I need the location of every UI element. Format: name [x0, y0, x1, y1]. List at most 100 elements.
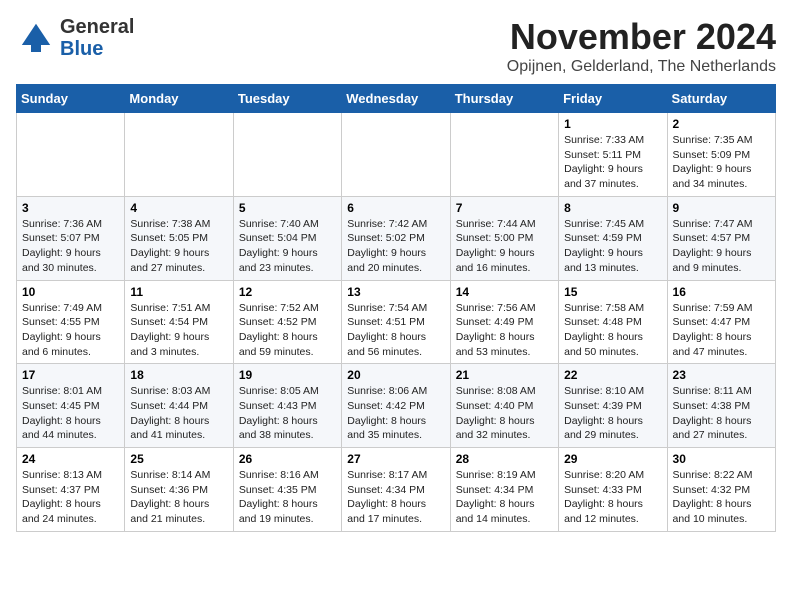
day-info: Sunrise: 7:52 AM Sunset: 4:52 PM Dayligh…: [239, 301, 336, 360]
day-info: Sunrise: 7:45 AM Sunset: 4:59 PM Dayligh…: [564, 217, 661, 276]
day-number: 21: [456, 368, 553, 382]
day-info: Sunrise: 7:56 AM Sunset: 4:49 PM Dayligh…: [456, 301, 553, 360]
title-block: November 2024 Opijnen, Gelderland, The N…: [507, 16, 776, 76]
day-info: Sunrise: 7:33 AM Sunset: 5:11 PM Dayligh…: [564, 133, 661, 192]
day-info: Sunrise: 7:58 AM Sunset: 4:48 PM Dayligh…: [564, 301, 661, 360]
calendar-cell: 10 Sunrise: 7:49 AM Sunset: 4:55 PM Dayli…: [17, 280, 125, 364]
logo-blue: Blue: [60, 38, 134, 60]
day-number: 18: [130, 368, 227, 382]
day-info: Sunrise: 7:36 AM Sunset: 5:07 PM Dayligh…: [22, 217, 119, 276]
calendar-cell: 6Sunrise: 7:42 AM Sunset: 5:02 PM Daylig…: [342, 196, 450, 280]
calendar-cell: [125, 113, 233, 197]
calendar-cell: 7Sunrise: 7:44 AM Sunset: 5:00 PM Daylig…: [450, 196, 558, 280]
day-number: 25: [130, 452, 227, 466]
day-number: 11: [130, 285, 227, 299]
logo: General Blue: [16, 16, 134, 60]
month-title: November 2024: [507, 16, 776, 58]
calendar-cell: 3 Sunrise: 7:36 AM Sunset: 5:07 PM Daylig…: [17, 196, 125, 280]
calendar-cell: 26Sunrise: 8:16 AM Sunset: 4:35 PM Dayli…: [233, 448, 341, 532]
day-number: 17: [22, 368, 119, 382]
location: Opijnen, Gelderland, The Netherlands: [507, 58, 776, 76]
day-info: Sunrise: 8:13 AM Sunset: 4:37 PM Dayligh…: [22, 468, 119, 527]
day-info: Sunrise: 8:05 AM Sunset: 4:43 PM Dayligh…: [239, 384, 336, 443]
calendar-cell: 2Sunrise: 7:35 AM Sunset: 5:09 PM Daylig…: [667, 113, 775, 197]
day-number: 29: [564, 452, 661, 466]
calendar-cell: 20 Sunrise: 8:06 AM Sunset: 4:42 PM Dayli…: [342, 364, 450, 448]
day-number: 19: [239, 368, 336, 382]
calendar-cell: 30 Sunrise: 8:22 AM Sunset: 4:32 PM Dayli…: [667, 448, 775, 532]
day-number: 20: [347, 368, 444, 382]
day-number: 23: [673, 368, 770, 382]
day-info: Sunrise: 7:54 AM Sunset: 4:51 PM Dayligh…: [347, 301, 444, 360]
calendar-week-row: 1 Sunrise: 7:33 AM Sunset: 5:11 PM Daylig…: [17, 113, 776, 197]
day-info: Sunrise: 7:44 AM Sunset: 5:00 PM Dayligh…: [456, 217, 553, 276]
day-info: Sunrise: 7:47 AM Sunset: 4:57 PM Dayligh…: [673, 217, 770, 276]
day-info: Sunrise: 8:11 AM Sunset: 4:38 PM Dayligh…: [673, 384, 770, 443]
calendar-cell: 15 Sunrise: 7:58 AM Sunset: 4:48 PM Dayli…: [559, 280, 667, 364]
calendar-week-row: 3 Sunrise: 7:36 AM Sunset: 5:07 PM Daylig…: [17, 196, 776, 280]
day-number: 6: [347, 201, 444, 215]
day-number: 10: [22, 285, 119, 299]
calendar-cell: 4 Sunrise: 7:38 AM Sunset: 5:05 PM Daylig…: [125, 196, 233, 280]
day-number: 26: [239, 452, 336, 466]
calendar-header-sunday: Sunday: [17, 85, 125, 113]
day-info: Sunrise: 8:03 AM Sunset: 4:44 PM Dayligh…: [130, 384, 227, 443]
calendar-cell: 29 Sunrise: 8:20 AM Sunset: 4:33 PM Dayli…: [559, 448, 667, 532]
day-number: 8: [564, 201, 661, 215]
calendar-cell: 28Sunrise: 8:19 AM Sunset: 4:34 PM Dayli…: [450, 448, 558, 532]
calendar-cell: 22 Sunrise: 8:10 AM Sunset: 4:39 PM Dayli…: [559, 364, 667, 448]
calendar-header-row: SundayMondayTuesdayWednesdayThursdayFrid…: [17, 85, 776, 113]
day-number: 27: [347, 452, 444, 466]
calendar-header-wednesday: Wednesday: [342, 85, 450, 113]
day-info: Sunrise: 8:17 AM Sunset: 4:34 PM Dayligh…: [347, 468, 444, 527]
day-number: 16: [673, 285, 770, 299]
calendar-header-tuesday: Tuesday: [233, 85, 341, 113]
calendar-cell: 12 Sunrise: 7:52 AM Sunset: 4:52 PM Dayli…: [233, 280, 341, 364]
day-info: Sunrise: 8:22 AM Sunset: 4:32 PM Dayligh…: [673, 468, 770, 527]
page-header: General Blue November 2024 Opijnen, Geld…: [16, 16, 776, 76]
calendar-cell: 21 Sunrise: 8:08 AM Sunset: 4:40 PM Dayli…: [450, 364, 558, 448]
day-info: Sunrise: 7:40 AM Sunset: 5:04 PM Dayligh…: [239, 217, 336, 276]
calendar-cell: 9Sunrise: 7:47 AM Sunset: 4:57 PM Daylig…: [667, 196, 775, 280]
calendar-cell: 16 Sunrise: 7:59 AM Sunset: 4:47 PM Dayli…: [667, 280, 775, 364]
day-number: 4: [130, 201, 227, 215]
calendar-header-thursday: Thursday: [450, 85, 558, 113]
calendar-cell: [17, 113, 125, 197]
day-number: 5: [239, 201, 336, 215]
day-number: 22: [564, 368, 661, 382]
day-number: 14: [456, 285, 553, 299]
day-info: Sunrise: 8:20 AM Sunset: 4:33 PM Dayligh…: [564, 468, 661, 527]
day-number: 3: [22, 201, 119, 215]
calendar-cell: 19 Sunrise: 8:05 AM Sunset: 4:43 PM Dayli…: [233, 364, 341, 448]
day-info: Sunrise: 8:08 AM Sunset: 4:40 PM Dayligh…: [456, 384, 553, 443]
calendar-cell: 1 Sunrise: 7:33 AM Sunset: 5:11 PM Daylig…: [559, 113, 667, 197]
calendar-cell: 25 Sunrise: 8:14 AM Sunset: 4:36 PM Dayli…: [125, 448, 233, 532]
calendar-header-monday: Monday: [125, 85, 233, 113]
day-number: 12: [239, 285, 336, 299]
day-number: 2: [673, 117, 770, 131]
day-info: Sunrise: 7:38 AM Sunset: 5:05 PM Dayligh…: [130, 217, 227, 276]
day-number: 30: [673, 452, 770, 466]
calendar-cell: [450, 113, 558, 197]
logo-name: General Blue: [60, 16, 134, 60]
day-info: Sunrise: 7:49 AM Sunset: 4:55 PM Dayligh…: [22, 301, 119, 360]
calendar-cell: 5 Sunrise: 7:40 AM Sunset: 5:04 PM Daylig…: [233, 196, 341, 280]
day-number: 28: [456, 452, 553, 466]
day-info: Sunrise: 8:06 AM Sunset: 4:42 PM Dayligh…: [347, 384, 444, 443]
day-number: 15: [564, 285, 661, 299]
day-number: 1: [564, 117, 661, 131]
day-info: Sunrise: 8:01 AM Sunset: 4:45 PM Dayligh…: [22, 384, 119, 443]
day-info: Sunrise: 7:59 AM Sunset: 4:47 PM Dayligh…: [673, 301, 770, 360]
calendar-cell: 24Sunrise: 8:13 AM Sunset: 4:37 PM Dayli…: [17, 448, 125, 532]
calendar-week-row: 17 Sunrise: 8:01 AM Sunset: 4:45 PM Dayli…: [17, 364, 776, 448]
calendar-cell: 18 Sunrise: 8:03 AM Sunset: 4:44 PM Dayli…: [125, 364, 233, 448]
calendar-week-row: 10 Sunrise: 7:49 AM Sunset: 4:55 PM Dayli…: [17, 280, 776, 364]
day-info: Sunrise: 7:51 AM Sunset: 4:54 PM Dayligh…: [130, 301, 227, 360]
calendar-cell: [342, 113, 450, 197]
calendar-week-row: 24Sunrise: 8:13 AM Sunset: 4:37 PM Dayli…: [17, 448, 776, 532]
day-info: Sunrise: 8:10 AM Sunset: 4:39 PM Dayligh…: [564, 384, 661, 443]
calendar-cell: 11 Sunrise: 7:51 AM Sunset: 4:54 PM Dayli…: [125, 280, 233, 364]
day-info: Sunrise: 8:14 AM Sunset: 4:36 PM Dayligh…: [130, 468, 227, 527]
calendar-cell: 23 Sunrise: 8:11 AM Sunset: 4:38 PM Dayli…: [667, 364, 775, 448]
calendar-cell: [233, 113, 341, 197]
